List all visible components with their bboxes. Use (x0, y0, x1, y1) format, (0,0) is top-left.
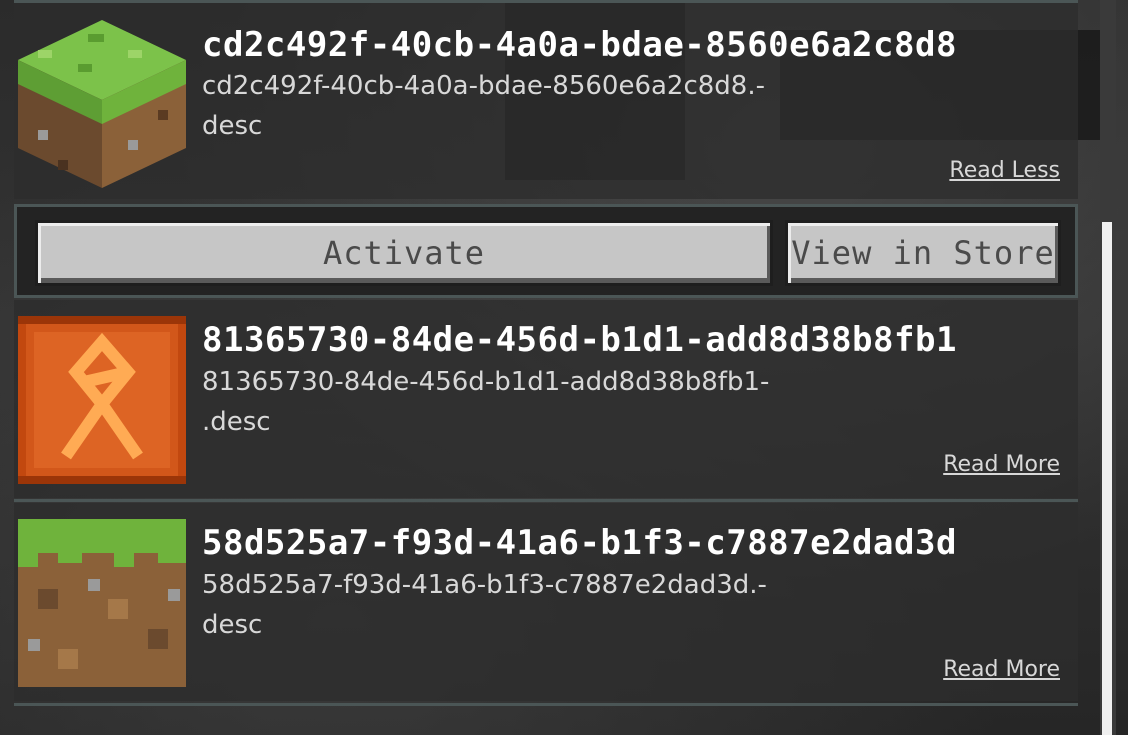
grass-block-icon (18, 20, 186, 188)
item-title: cd2c492f-40cb-4a0a-bdae-8560e6a2c8d8 (202, 25, 957, 65)
rune-icon (18, 316, 186, 484)
activate-button[interactable]: Activate (35, 220, 773, 286)
list-item[interactable]: 58d525a7-f93d-41a6-b1f3-c7887e2dad3d 58d… (14, 503, 1078, 701)
read-less-link[interactable]: Read Less (949, 158, 1060, 183)
description-line: desc (202, 610, 263, 640)
item-title: 58d525a7-f93d-41a6-b1f3-c7887e2dad3d (202, 523, 957, 563)
description-line: cd2c492f-40cb-4a0a-bdae-8560e6a2c8d8.- (202, 71, 765, 101)
item-description: 58d525a7-f93d-41a6-b1f3-c7887e2dad3d.- d… (202, 565, 842, 645)
read-more-link[interactable]: Read More (943, 452, 1060, 477)
description-line: desc (202, 111, 263, 141)
divider (14, 499, 1078, 502)
item-title: 81365730-84de-456d-b1d1-add8d38b8fb1 (202, 320, 957, 360)
item-description: cd2c492f-40cb-4a0a-bdae-8560e6a2c8d8.- d… (202, 66, 842, 146)
description-line: 58d525a7-f93d-41a6-b1f3-c7887e2dad3d.- (202, 570, 767, 600)
description-line: 81365730-84de-456d-b1d1-add8d38b8fb1- (202, 367, 770, 397)
divider (14, 703, 1078, 706)
read-more-link[interactable]: Read More (943, 657, 1060, 682)
scrollbar-thumb[interactable] (1102, 222, 1112, 735)
description-line: .desc (202, 407, 271, 437)
dirt-block-icon (18, 519, 186, 687)
view-in-store-button[interactable]: View in Store (785, 220, 1061, 286)
list-item[interactable]: 81365730-84de-456d-b1d1-add8d38b8fb1 813… (14, 300, 1078, 498)
action-bar: Activate View in Store (14, 204, 1078, 298)
item-description: 81365730-84de-456d-b1d1-add8d38b8fb1- .d… (202, 362, 842, 442)
pack-list[interactable]: cd2c492f-40cb-4a0a-bdae-8560e6a2c8d8 cd2… (14, 0, 1078, 735)
list-item[interactable]: cd2c492f-40cb-4a0a-bdae-8560e6a2c8d8 cd2… (14, 3, 1078, 199)
